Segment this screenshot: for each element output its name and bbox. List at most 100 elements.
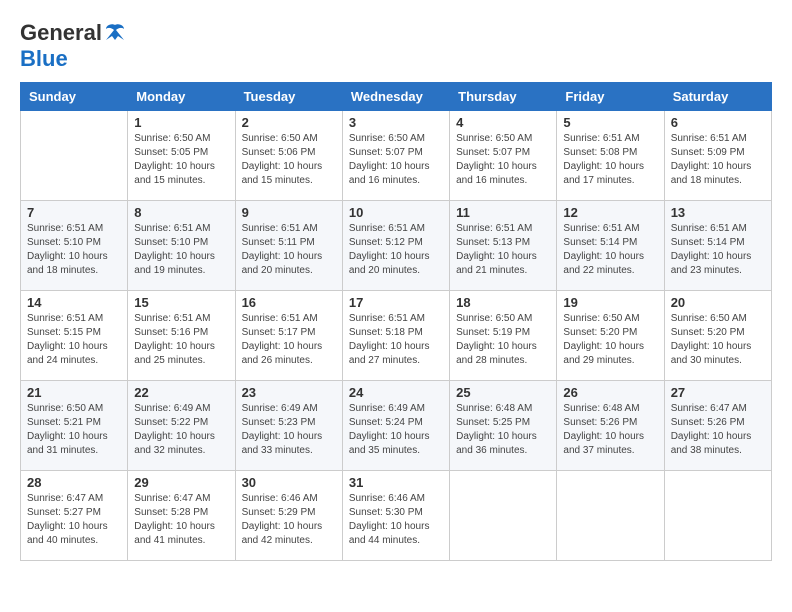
calendar-cell: 27Sunrise: 6:47 AMSunset: 5:26 PMDayligh… xyxy=(664,381,771,471)
calendar-cell: 29 Sunrise: 6:47 AMSunset: 5:28 PMDayligh… xyxy=(128,471,235,561)
logo-bird-icon xyxy=(104,22,126,44)
day-info: Sunrise: 6:51 AMSunset: 5:10 PMDaylight:… xyxy=(27,222,121,278)
calendar-cell: 8 Sunrise: 6:51 AMSunset: 5:10 PMDaylight… xyxy=(128,201,235,291)
calendar-cell: 21 Sunrise: 6:50 AMSunset: 5:21 PMDayligh… xyxy=(21,381,128,471)
day-info: Sunrise: 6:50 AMSunset: 5:07 PMDaylight:… xyxy=(349,132,443,188)
calendar-cell xyxy=(21,111,128,201)
date-number: 8 xyxy=(134,205,228,220)
day-info: Sunrise: 6:51 AMSunset: 5:10 PMDaylight:… xyxy=(134,222,228,278)
day-info: Sunrise: 6:51 AMSunset: 5:12 PMDaylight:… xyxy=(349,222,443,278)
day-info: Sunrise: 6:51 AMSunset: 5:09 PMDaylight:… xyxy=(671,132,765,188)
date-number: 21 xyxy=(27,385,121,400)
logo-general-text: General xyxy=(20,20,102,46)
date-number: 7 xyxy=(27,205,121,220)
day-info: Sunrise: 6:48 AMSunset: 5:25 PMDaylight:… xyxy=(456,402,550,458)
day-header-saturday: Saturday xyxy=(664,83,771,111)
date-number: 23 xyxy=(242,385,336,400)
day-header-friday: Friday xyxy=(557,83,664,111)
calendar-cell: 28 Sunrise: 6:47 AMSunset: 5:27 PMDayligh… xyxy=(21,471,128,561)
date-number: 29 xyxy=(134,475,228,490)
day-header-thursday: Thursday xyxy=(450,83,557,111)
date-number: 3 xyxy=(349,115,443,130)
date-number: 4 xyxy=(456,115,550,130)
day-info: Sunrise: 6:50 AMSunset: 5:19 PMDaylight:… xyxy=(456,312,550,368)
calendar-cell: 10 Sunrise: 6:51 AMSunset: 5:12 PMDayligh… xyxy=(342,201,449,291)
date-number: 31 xyxy=(349,475,443,490)
calendar-cell: 11 Sunrise: 6:51 AMSunset: 5:13 PMDayligh… xyxy=(450,201,557,291)
day-info: Sunrise: 6:47 AMSunset: 5:28 PMDaylight:… xyxy=(134,492,228,548)
day-info: Sunrise: 6:47 AMSunset: 5:27 PMDaylight:… xyxy=(27,492,121,548)
calendar-cell: 31Sunrise: 6:46 AMSunset: 5:30 PMDayligh… xyxy=(342,471,449,561)
date-number: 6 xyxy=(671,115,765,130)
calendar-cell xyxy=(450,471,557,561)
calendar-cell: 12Sunrise: 6:51 AMSunset: 5:14 PMDayligh… xyxy=(557,201,664,291)
calendar-cell: 1 Sunrise: 6:50 AMSunset: 5:05 PMDaylight… xyxy=(128,111,235,201)
date-number: 14 xyxy=(27,295,121,310)
date-number: 15 xyxy=(134,295,228,310)
calendar-cell: 13Sunrise: 6:51 AMSunset: 5:14 PMDayligh… xyxy=(664,201,771,291)
day-header-sunday: Sunday xyxy=(21,83,128,111)
calendar-cell: 16Sunrise: 6:51 AMSunset: 5:17 PMDayligh… xyxy=(235,291,342,381)
date-number: 10 xyxy=(349,205,443,220)
calendar-header-row: SundayMondayTuesdayWednesdayThursdayFrid… xyxy=(21,83,772,111)
day-info: Sunrise: 6:49 AMSunset: 5:23 PMDaylight:… xyxy=(242,402,336,458)
date-number: 11 xyxy=(456,205,550,220)
calendar-cell: 14 Sunrise: 6:51 AMSunset: 5:15 PMDayligh… xyxy=(21,291,128,381)
date-number: 19 xyxy=(563,295,657,310)
date-number: 22 xyxy=(134,385,228,400)
calendar-cell: 7 Sunrise: 6:51 AMSunset: 5:10 PMDaylight… xyxy=(21,201,128,291)
day-info: Sunrise: 6:48 AMSunset: 5:26 PMDaylight:… xyxy=(563,402,657,458)
calendar-cell: 4 Sunrise: 6:50 AMSunset: 5:07 PMDaylight… xyxy=(450,111,557,201)
day-info: Sunrise: 6:51 AMSunset: 5:16 PMDaylight:… xyxy=(134,312,228,368)
calendar-week-row: 7 Sunrise: 6:51 AMSunset: 5:10 PMDaylight… xyxy=(21,201,772,291)
calendar-cell: 19 Sunrise: 6:50 AMSunset: 5:20 PMDayligh… xyxy=(557,291,664,381)
calendar-cell: 17 Sunrise: 6:51 AMSunset: 5:18 PMDayligh… xyxy=(342,291,449,381)
calendar-cell xyxy=(557,471,664,561)
day-info: Sunrise: 6:50 AMSunset: 5:20 PMDaylight:… xyxy=(671,312,765,368)
day-info: Sunrise: 6:50 AMSunset: 5:20 PMDaylight:… xyxy=(563,312,657,368)
day-info: Sunrise: 6:50 AMSunset: 5:21 PMDaylight:… xyxy=(27,402,121,458)
day-info: Sunrise: 6:51 AMSunset: 5:15 PMDaylight:… xyxy=(27,312,121,368)
date-number: 28 xyxy=(27,475,121,490)
date-number: 18 xyxy=(456,295,550,310)
calendar-week-row: 14 Sunrise: 6:51 AMSunset: 5:15 PMDayligh… xyxy=(21,291,772,381)
date-number: 24 xyxy=(349,385,443,400)
logo-text: General xyxy=(20,20,128,46)
day-info: Sunrise: 6:51 AMSunset: 5:14 PMDaylight:… xyxy=(563,222,657,278)
date-number: 9 xyxy=(242,205,336,220)
calendar-cell xyxy=(664,471,771,561)
date-number: 17 xyxy=(349,295,443,310)
day-header-wednesday: Wednesday xyxy=(342,83,449,111)
day-info: Sunrise: 6:50 AMSunset: 5:05 PMDaylight:… xyxy=(134,132,228,188)
day-info: Sunrise: 6:46 AMSunset: 5:29 PMDaylight:… xyxy=(242,492,336,548)
day-info: Sunrise: 6:49 AMSunset: 5:24 PMDaylight:… xyxy=(349,402,443,458)
calendar-table: SundayMondayTuesdayWednesdayThursdayFrid… xyxy=(20,82,772,561)
date-number: 5 xyxy=(563,115,657,130)
calendar-body: 1 Sunrise: 6:50 AMSunset: 5:05 PMDaylight… xyxy=(21,111,772,561)
day-info: Sunrise: 6:51 AMSunset: 5:13 PMDaylight:… xyxy=(456,222,550,278)
calendar-cell: 30 Sunrise: 6:46 AMSunset: 5:29 PMDayligh… xyxy=(235,471,342,561)
calendar-week-row: 28 Sunrise: 6:47 AMSunset: 5:27 PMDayligh… xyxy=(21,471,772,561)
date-number: 1 xyxy=(134,115,228,130)
calendar-cell: 18 Sunrise: 6:50 AMSunset: 5:19 PMDayligh… xyxy=(450,291,557,381)
day-info: Sunrise: 6:51 AMSunset: 5:18 PMDaylight:… xyxy=(349,312,443,368)
calendar-cell: 6 Sunrise: 6:51 AMSunset: 5:09 PMDaylight… xyxy=(664,111,771,201)
calendar-cell: 3 Sunrise: 6:50 AMSunset: 5:07 PMDaylight… xyxy=(342,111,449,201)
day-info: Sunrise: 6:51 AMSunset: 5:14 PMDaylight:… xyxy=(671,222,765,278)
calendar-cell: 2Sunrise: 6:50 AMSunset: 5:06 PMDaylight… xyxy=(235,111,342,201)
day-info: Sunrise: 6:50 AMSunset: 5:07 PMDaylight:… xyxy=(456,132,550,188)
date-number: 25 xyxy=(456,385,550,400)
calendar-cell: 15 Sunrise: 6:51 AMSunset: 5:16 PMDayligh… xyxy=(128,291,235,381)
day-info: Sunrise: 6:51 AMSunset: 5:11 PMDaylight:… xyxy=(242,222,336,278)
calendar-cell: 23 Sunrise: 6:49 AMSunset: 5:23 PMDayligh… xyxy=(235,381,342,471)
day-header-tuesday: Tuesday xyxy=(235,83,342,111)
day-info: Sunrise: 6:47 AMSunset: 5:26 PMDaylight:… xyxy=(671,402,765,458)
day-info: Sunrise: 6:49 AMSunset: 5:22 PMDaylight:… xyxy=(134,402,228,458)
day-header-monday: Monday xyxy=(128,83,235,111)
date-number: 16 xyxy=(242,295,336,310)
day-info: Sunrise: 6:50 AMSunset: 5:06 PMDaylight:… xyxy=(242,132,336,188)
logo: General Blue xyxy=(20,20,128,72)
date-number: 30 xyxy=(242,475,336,490)
calendar-cell: 20Sunrise: 6:50 AMSunset: 5:20 PMDayligh… xyxy=(664,291,771,381)
calendar-week-row: 1 Sunrise: 6:50 AMSunset: 5:05 PMDaylight… xyxy=(21,111,772,201)
